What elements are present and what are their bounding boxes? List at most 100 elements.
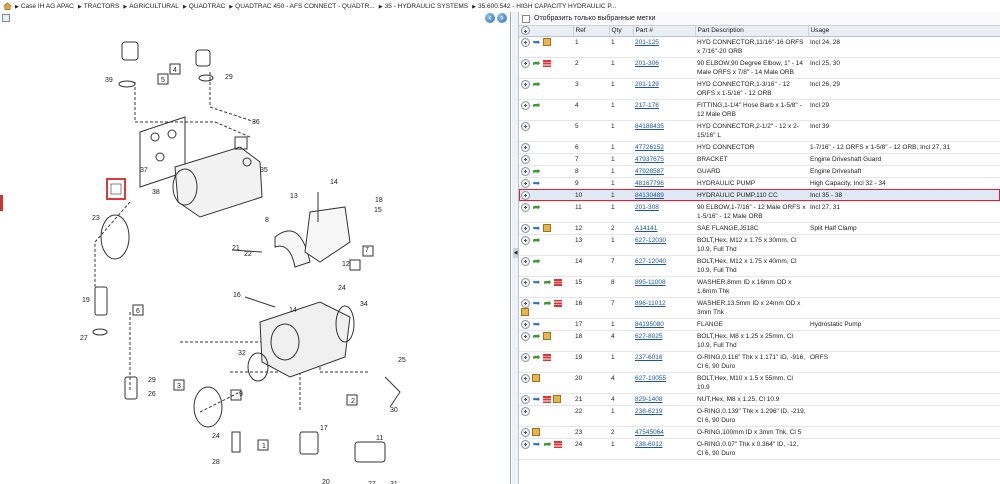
row-part-number-text[interactable]: 84195080 <box>635 321 664 328</box>
replacement-arrow-icon[interactable]: ➦ <box>532 166 541 176</box>
package-icon[interactable] <box>543 223 551 232</box>
callout-label[interactable]: 29 <box>225 74 233 81</box>
table-row[interactable]: ➥ 1 1 201-125 HYD CONNECTOR,11/16"-16 ORFS x… <box>519 36 1000 58</box>
table-row[interactable]: ➥ ➦ 16 7 896-11012 WASHER,13.5mm ID x 24mm OD… <box>519 297 1000 319</box>
callout-label[interactable]: 25 <box>398 357 406 364</box>
flag-icon[interactable] <box>543 59 551 67</box>
row-part-number-text[interactable]: 84188435 <box>635 123 664 130</box>
callout-label[interactable]: 32 <box>238 350 246 357</box>
flag-icon[interactable] <box>554 299 562 307</box>
table-row[interactable]: ➦ 13 1 627-12030 BOLT,Hex, M12 x 1.75 x 30mm… <box>519 234 1000 256</box>
show-selected-only-checkbox[interactable] <box>522 14 530 23</box>
table-row[interactable]: ➥ ➦ 24 1 238-6012 O-RING,0.07" Thk x 0.364" I… <box>519 438 1000 460</box>
row-part-number-text[interactable]: 895-11008 <box>635 279 666 286</box>
row-part-number-text[interactable]: 238-6012 <box>635 441 662 448</box>
callout-label[interactable]: 37 <box>140 167 148 174</box>
callout-label[interactable]: 39 <box>105 77 113 84</box>
row-part-number[interactable]: 627-12040 <box>633 255 695 277</box>
callout-label[interactable]: 35 <box>260 167 268 174</box>
callout-label[interactable]: 11 <box>376 435 383 442</box>
row-part-number[interactable]: 201-129 <box>633 78 695 100</box>
package-icon[interactable] <box>532 427 540 436</box>
row-part-number-text[interactable]: 47545064 <box>635 429 664 436</box>
callout-label[interactable]: 22 <box>244 251 252 258</box>
row-part-number-text[interactable]: 627-12030 <box>635 237 666 244</box>
callout-label[interactable]: 36 <box>252 119 260 126</box>
expand-all-icon[interactable] <box>521 26 530 36</box>
column-header-description[interactable]: Part Description <box>695 26 809 37</box>
add-to-list-icon[interactable] <box>521 319 530 329</box>
callout-label[interactable]: 16 <box>233 292 241 299</box>
row-part-number[interactable]: 201-125 <box>633 36 695 58</box>
row-part-number[interactable]: 217-178 <box>633 99 695 121</box>
breadcrumb-item[interactable]: TRACTORS <box>84 3 120 10</box>
info-arrow-icon[interactable]: ➥ <box>532 37 541 47</box>
replacement-arrow-icon[interactable]: ➦ <box>543 439 552 449</box>
column-header-qty[interactable]: Qty <box>609 26 634 37</box>
callout-label[interactable]: 24 <box>212 433 220 440</box>
row-part-number[interactable]: 47928587 <box>633 165 695 178</box>
add-to-list-icon[interactable] <box>521 100 530 110</box>
row-part-number[interactable]: 48167796 <box>633 177 695 190</box>
collapse-arrow-icon[interactable]: ◀ <box>513 248 518 258</box>
info-arrow-icon[interactable]: ➥ <box>532 439 541 449</box>
add-to-list-icon[interactable] <box>521 298 530 308</box>
row-part-number[interactable]: 84130489 <box>633 189 695 202</box>
breadcrumb-item[interactable]: 35 - HYDRAULIC SYSTEMS <box>385 3 468 10</box>
add-to-list-icon[interactable] <box>521 439 530 449</box>
row-part-number-text[interactable]: 238-6219 <box>635 408 662 415</box>
callout-label[interactable]: 30 <box>390 407 398 414</box>
row-part-number-text[interactable]: 47937675 <box>635 156 664 163</box>
row-part-number[interactable]: 238-6012 <box>633 438 695 460</box>
callout-label[interactable]: 8 <box>265 217 269 224</box>
callout-label[interactable]: 3 <box>177 383 181 390</box>
row-part-number-text[interactable]: 84130489 <box>635 192 664 199</box>
row-part-number[interactable]: 627-10055 <box>633 372 695 394</box>
row-part-number[interactable]: 627-12030 <box>633 234 695 256</box>
table-row[interactable]: ➥ 21 4 829-1408 NUT,Hex, M8 x 1.25, Cl 10.9 <box>519 393 1000 406</box>
info-arrow-icon[interactable]: ➥ <box>532 394 541 404</box>
replacement-arrow-icon[interactable]: ➦ <box>532 58 541 68</box>
package-icon[interactable] <box>521 307 529 316</box>
row-part-number-text[interactable]: 201-306 <box>635 60 659 67</box>
breadcrumb-item[interactable]: AGRICULTURAL <box>129 3 179 10</box>
row-part-number[interactable]: 201-306 <box>633 57 695 79</box>
replacement-arrow-icon[interactable]: ➦ <box>543 277 552 287</box>
add-to-list-icon[interactable] <box>521 373 530 383</box>
package-icon[interactable] <box>553 394 561 403</box>
table-row[interactable]: ➦ 4 1 217-178 FITTING,1-1/4" Hose Barb x 1-5… <box>519 99 1000 121</box>
column-header-ref[interactable]: Ref <box>573 26 610 37</box>
callout-label[interactable]: 13 <box>290 193 298 200</box>
callout-label[interactable]: 1 <box>262 443 266 450</box>
table-row[interactable]: ➦ 2 1 201-306 90 ELBOW,90 Degree Elbow, 1" -… <box>519 57 1000 79</box>
row-part-number[interactable]: 237-6016 <box>633 351 695 373</box>
callout-label[interactable]: 20 <box>322 479 330 484</box>
replacement-arrow-icon[interactable]: ➦ <box>532 202 541 212</box>
table-row[interactable]: 20 4 627-10055 BOLT,Hex, M10 x 1.5 x 55mm, … <box>519 372 1000 394</box>
row-part-number[interactable]: A14141 <box>633 222 695 235</box>
row-part-number-text[interactable]: 627-12040 <box>635 258 666 265</box>
add-to-list-icon[interactable] <box>521 394 530 404</box>
callout-label[interactable]: 29 <box>148 377 156 384</box>
info-arrow-icon[interactable]: ➥ <box>532 298 541 308</box>
add-to-list-icon[interactable] <box>521 178 530 188</box>
row-part-number-text[interactable]: 829-1408 <box>635 396 662 403</box>
info-arrow-icon[interactable]: ➥ <box>532 319 541 329</box>
table-row[interactable]: ➦ 8 1 47928587 GUARD Engine Driveshaft <box>519 165 1000 178</box>
table-row[interactable]: 6 1 47726152 HYD CONNECTOR 1-7/16" - 12 ORFS… <box>519 141 1000 154</box>
row-part-number[interactable]: 47726152 <box>633 141 695 154</box>
callout-label[interactable]: 9 <box>239 391 243 398</box>
row-part-number-text[interactable]: 237-6016 <box>635 354 662 361</box>
row-part-number-text[interactable]: 47928587 <box>635 168 664 175</box>
info-arrow-icon[interactable]: ➥ <box>532 277 541 287</box>
row-part-number-text[interactable]: 896-11012 <box>635 300 666 307</box>
callout-label[interactable]: 12 <box>342 261 350 268</box>
callout-label[interactable]: 26 <box>148 391 156 398</box>
add-to-list-icon[interactable] <box>521 79 530 89</box>
column-header-usage[interactable]: Usage <box>808 26 1000 37</box>
row-part-number[interactable]: 47545064 <box>633 426 695 439</box>
row-part-number[interactable]: 895-11008 <box>633 276 695 298</box>
table-row[interactable]: ➥ 12 2 A14141 SAE FLANGE,J518C Split Half Cla… <box>519 222 1000 235</box>
replacement-arrow-icon[interactable]: ➦ <box>532 100 541 110</box>
column-header-icon[interactable] <box>519 26 574 37</box>
